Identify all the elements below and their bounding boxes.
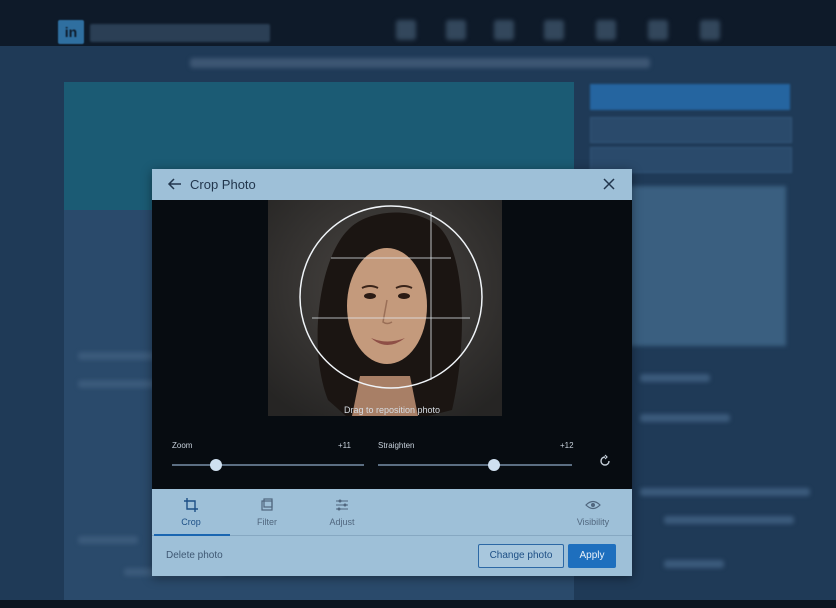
tab-visibility[interactable]: Visibility	[556, 489, 630, 535]
background-line	[640, 414, 730, 422]
straighten-value: +12	[560, 441, 574, 450]
notifications-icon	[596, 20, 616, 40]
straighten-label: Straighten	[378, 441, 415, 450]
tab-crop[interactable]: Crop	[154, 489, 230, 536]
close-icon[interactable]	[602, 177, 616, 191]
background-line	[78, 536, 138, 544]
dialog-title: Crop Photo	[190, 177, 256, 192]
tab-label: Filter	[257, 517, 277, 527]
arrow-left-icon[interactable]	[166, 175, 184, 193]
filter-icon	[261, 498, 273, 511]
background-bottom-bar	[0, 600, 836, 608]
background-right-row	[590, 117, 792, 143]
zoom-label: Zoom	[172, 441, 193, 450]
crop-icon	[184, 498, 198, 512]
zoom-slider-thumb[interactable]	[210, 459, 223, 471]
background-line	[640, 374, 710, 382]
jobs-icon	[494, 20, 514, 40]
tab-label: Visibility	[576, 517, 610, 527]
drag-hint: Drag to reposition photo	[343, 405, 441, 415]
zoom-slider[interactable]	[172, 464, 364, 466]
background-search-box	[90, 24, 270, 42]
background-line	[664, 516, 794, 524]
tab-label: Adjust	[329, 517, 355, 527]
photo-controls: Zoom +11 Straighten +12	[152, 432, 632, 489]
apply-button[interactable]: Apply	[568, 544, 616, 568]
background-line	[640, 488, 810, 496]
straighten-slider[interactable]	[378, 464, 572, 466]
dialog-header: Crop Photo	[152, 169, 632, 200]
tab-filter[interactable]: Filter	[230, 489, 304, 535]
change-photo-button[interactable]: Change photo	[478, 544, 564, 568]
edit-tabs: Crop Filter Adjust Visibility	[152, 489, 632, 536]
crop-stage[interactable]: Drag to reposition photo Zoom +11 Straig…	[152, 200, 632, 489]
eye-icon	[585, 500, 601, 510]
dialog-footer: Delete photo Change photo Apply	[152, 536, 632, 576]
background-line	[78, 352, 158, 360]
linkedin-logo-icon: in	[58, 20, 84, 44]
me-icon	[648, 20, 668, 40]
background-line	[664, 560, 724, 568]
straighten-slider-thumb[interactable]	[488, 459, 501, 471]
background-notice	[190, 58, 650, 68]
home-icon	[396, 20, 416, 40]
tab-adjust[interactable]: Adjust	[305, 489, 379, 535]
reset-icon[interactable]	[598, 454, 612, 468]
sliders-icon	[336, 499, 348, 511]
delete-photo-button[interactable]: Delete photo	[166, 550, 223, 561]
network-icon	[446, 20, 466, 40]
background-top-nav: in	[0, 0, 836, 46]
background-add-section-button	[590, 84, 790, 110]
zoom-value: +11	[338, 441, 351, 450]
crop-photo-dialog: Crop Photo Drag to reposition photo Zoom…	[152, 169, 632, 576]
tab-label: Crop	[181, 517, 201, 527]
messaging-icon	[544, 20, 564, 40]
work-icon	[700, 20, 720, 40]
